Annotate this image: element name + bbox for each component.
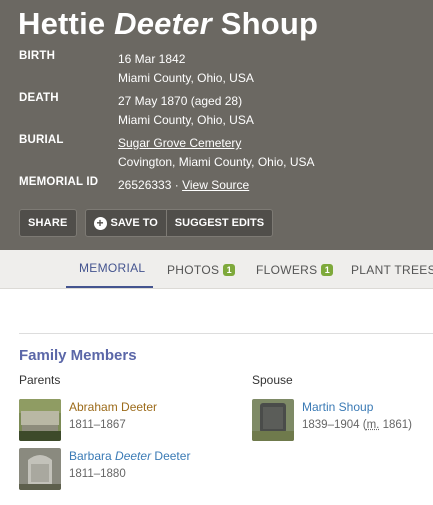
last-name: Shoup bbox=[220, 6, 319, 41]
spouse-name-link[interactable]: Martin Shoup bbox=[302, 399, 412, 415]
memorial-header: Hettie Deeter Shoup BIRTH 16 Mar 1842 Mi… bbox=[0, 0, 433, 250]
mother-last-name: Deeter bbox=[154, 449, 191, 463]
death-fact: DEATH 27 May 1870 (aged 28) Miami County… bbox=[19, 92, 429, 134]
marriage-abbr: m. bbox=[366, 419, 380, 431]
death-date: 27 May 1870 (aged 28) bbox=[118, 94, 243, 108]
tab-photos[interactable]: PHOTOS 1 bbox=[167, 250, 236, 289]
birth-fact: BIRTH 16 Mar 1842 Miami County, Ohio, US… bbox=[19, 50, 429, 92]
tab-flowers[interactable]: FLOWERS 1 bbox=[256, 250, 334, 289]
memorial-facts: BIRTH 16 Mar 1842 Miami County, Ohio, US… bbox=[19, 50, 429, 195]
tab-plant-trees-label: PLANT TREES bbox=[351, 262, 433, 277]
share-button[interactable]: SHARE bbox=[19, 209, 77, 237]
memorial-actions: SHARE + SAVE TO SUGGEST EDITS bbox=[19, 209, 274, 237]
save-to-button[interactable]: + SAVE TO bbox=[86, 210, 166, 236]
mother-name-link[interactable]: Barbara Deeter Deeter bbox=[69, 448, 190, 464]
memorial-name: Hettie Deeter Shoup bbox=[18, 6, 318, 42]
father-dates: 1811–1867 bbox=[69, 419, 126, 431]
maiden-name: Deeter bbox=[114, 6, 212, 41]
view-source-link[interactable]: View Source bbox=[182, 178, 249, 192]
family-members-title: Family Members bbox=[19, 347, 137, 364]
mother-first-name: Barbara bbox=[69, 449, 112, 463]
tab-plant-trees[interactable]: PLANT TREES bbox=[351, 250, 433, 289]
memorial-id-value: 26526333 bbox=[118, 178, 172, 192]
mother-maiden-name: Deeter bbox=[115, 449, 152, 463]
mother-dates: 1811–1880 bbox=[69, 468, 126, 480]
memorial-id-label: MEMORIAL ID bbox=[19, 176, 99, 188]
grave-photo-thumbnail[interactable] bbox=[19, 448, 61, 490]
suggest-edits-button[interactable]: SUGGEST EDITS bbox=[165, 210, 272, 236]
death-label: DEATH bbox=[19, 92, 59, 104]
parents-label: Parents bbox=[19, 373, 61, 387]
grave-photo-thumbnail[interactable] bbox=[252, 399, 294, 441]
grave-photo-thumbnail[interactable] bbox=[19, 399, 61, 441]
flowers-count-badge: 1 bbox=[321, 263, 334, 276]
birth-label: BIRTH bbox=[19, 50, 56, 62]
save-to-label: SAVE TO bbox=[110, 217, 158, 229]
burial-fact: BURIAL Sugar Grove Cemetery Covington, M… bbox=[19, 134, 429, 176]
spouse-dates: 1839–1904 (m. 1861) bbox=[302, 419, 413, 431]
spouse-label: Spouse bbox=[252, 373, 293, 387]
marriage-year: 1861 bbox=[382, 419, 409, 431]
family-member-spouse[interactable]: Martin Shoup 1839–1904 (m. 1861) bbox=[252, 399, 412, 441]
burial-place: Covington, Miami County, Ohio, USA bbox=[118, 155, 315, 169]
plus-circle-icon: + bbox=[93, 216, 107, 230]
birth-date: 16 Mar 1842 bbox=[118, 52, 186, 66]
birth-place: Miami County, Ohio, USA bbox=[118, 71, 254, 85]
separator: · bbox=[174, 178, 179, 192]
family-member-mother[interactable]: Barbara Deeter Deeter 1811–1880 bbox=[19, 448, 190, 490]
spouse-life-dates: 1839–1904 bbox=[302, 419, 360, 431]
first-name: Hettie bbox=[18, 6, 106, 41]
tab-flowers-label: FLOWERS bbox=[256, 262, 318, 277]
tab-memorial[interactable]: MEMORIAL bbox=[66, 250, 153, 288]
tab-memorial-label: MEMORIAL bbox=[79, 261, 146, 275]
memorial-tabs: MEMORIAL PHOTOS 1 FLOWERS 1 PLANT TREES bbox=[0, 250, 433, 289]
death-place: Miami County, Ohio, USA bbox=[118, 113, 254, 127]
photos-count-badge: 1 bbox=[223, 263, 236, 276]
cemetery-link[interactable]: Sugar Grove Cemetery bbox=[118, 136, 241, 150]
burial-label: BURIAL bbox=[19, 134, 64, 146]
section-divider bbox=[19, 333, 433, 334]
tab-photos-label: PHOTOS bbox=[167, 262, 220, 277]
memorial-id-fact: MEMORIAL ID 26526333 · View Source bbox=[19, 176, 429, 195]
save-suggest-group: + SAVE TO SUGGEST EDITS bbox=[84, 209, 274, 237]
family-member-father[interactable]: Abraham Deeter 1811–1867 bbox=[19, 399, 157, 441]
father-name-link[interactable]: Abraham Deeter bbox=[69, 399, 157, 415]
